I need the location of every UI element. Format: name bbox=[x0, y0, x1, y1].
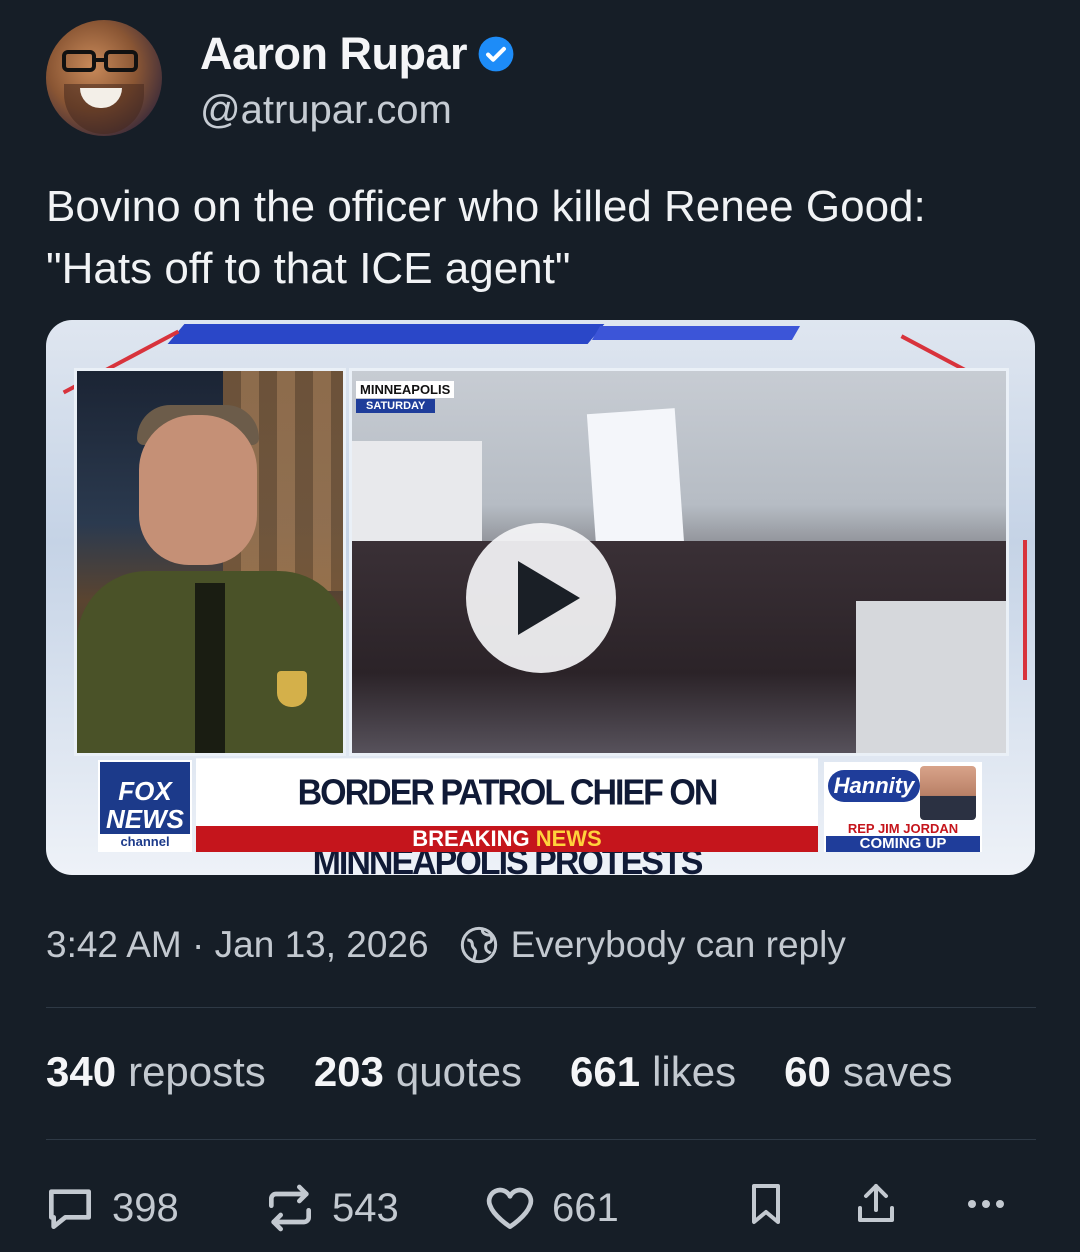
like-button[interactable]: 661 bbox=[482, 1180, 619, 1236]
decor-swoosh bbox=[167, 324, 605, 344]
repost-button[interactable]: 543 bbox=[262, 1180, 399, 1236]
guest-photo bbox=[920, 766, 976, 820]
author-name[interactable]: Aaron Rupar bbox=[200, 28, 468, 80]
bookmark-icon bbox=[752, 1184, 780, 1224]
reposts-stat[interactable]: 340 reposts bbox=[46, 1048, 266, 1096]
saves-stat[interactable]: 60 saves bbox=[784, 1048, 952, 1096]
engagement-stats: 340 reposts 203 quotes 661 likes 60 saves bbox=[46, 1048, 953, 1096]
repost-icon bbox=[269, 1184, 311, 1232]
reply-audience-icon bbox=[460, 926, 497, 964]
location-sub-label: SATURDAY bbox=[356, 399, 436, 413]
author-avatar[interactable] bbox=[46, 20, 162, 136]
location-label: MINNEAPOLIS bbox=[356, 381, 455, 398]
show-promo: Hannity REP JIM JORDAN COMING UP bbox=[824, 762, 982, 852]
video-frame-speaker bbox=[74, 368, 346, 756]
author-name-row[interactable]: Aaron Rupar bbox=[200, 28, 515, 80]
likes-stat[interactable]: 661 likes bbox=[570, 1048, 736, 1096]
reply-setting: Everybody can reply bbox=[510, 924, 846, 965]
reply-count: 398 bbox=[112, 1185, 179, 1230]
divider bbox=[46, 1007, 1036, 1008]
coming-up-label: COMING UP bbox=[826, 836, 980, 852]
post-text: Bovino on the officer who killed Renee G… bbox=[46, 182, 926, 293]
verified-badge-icon bbox=[478, 36, 514, 72]
guest-name: REP JIM JORDAN bbox=[847, 821, 959, 836]
post-timestamp[interactable]: 3:42 AM · Jan 13, 2026 bbox=[46, 924, 429, 966]
show-name: Hannity bbox=[828, 770, 920, 802]
more-icon bbox=[968, 1200, 1004, 1208]
author-handle[interactable]: @atrupar.com bbox=[200, 88, 452, 133]
play-button[interactable] bbox=[466, 523, 616, 673]
repost-count: 543 bbox=[332, 1185, 399, 1230]
decor-swoosh bbox=[591, 326, 801, 340]
decor-line bbox=[1023, 540, 1027, 680]
news-lower-third: FOX NEWS channel BORDER PATROL CHIEF ON … bbox=[98, 758, 988, 875]
share-button[interactable] bbox=[852, 1180, 914, 1228]
breaking-news-bar: BREAKING NEWS bbox=[196, 826, 818, 852]
more-options-button[interactable] bbox=[962, 1180, 1024, 1228]
post-meta: 3:42 AM · Jan 13, 2026 Everybody can rep… bbox=[46, 924, 846, 966]
save-button[interactable] bbox=[742, 1180, 804, 1228]
reply-button[interactable]: 398 bbox=[42, 1180, 179, 1236]
network-logo: FOX NEWS channel bbox=[98, 760, 192, 852]
like-count: 661 bbox=[552, 1185, 619, 1230]
heart-icon bbox=[486, 1187, 534, 1229]
divider bbox=[46, 1139, 1036, 1140]
video-frame-protest: MINNEAPOLIS SATURDAY bbox=[349, 368, 1009, 756]
post-header: Aaron Rupar @atrupar.com bbox=[46, 20, 1026, 140]
play-icon bbox=[518, 561, 580, 635]
action-bar: 398 543 661 bbox=[42, 1180, 1032, 1240]
video-player[interactable]: MINNEAPOLIS SATURDAY FOX NEWS channel BO… bbox=[46, 320, 1035, 875]
news-headline: BORDER PATROL CHIEF ON MINNEAPOLIS PROTE… bbox=[196, 758, 818, 875]
share-icon bbox=[858, 1184, 894, 1222]
quotes-stat[interactable]: 203 quotes bbox=[314, 1048, 522, 1096]
reply-icon bbox=[49, 1189, 91, 1229]
